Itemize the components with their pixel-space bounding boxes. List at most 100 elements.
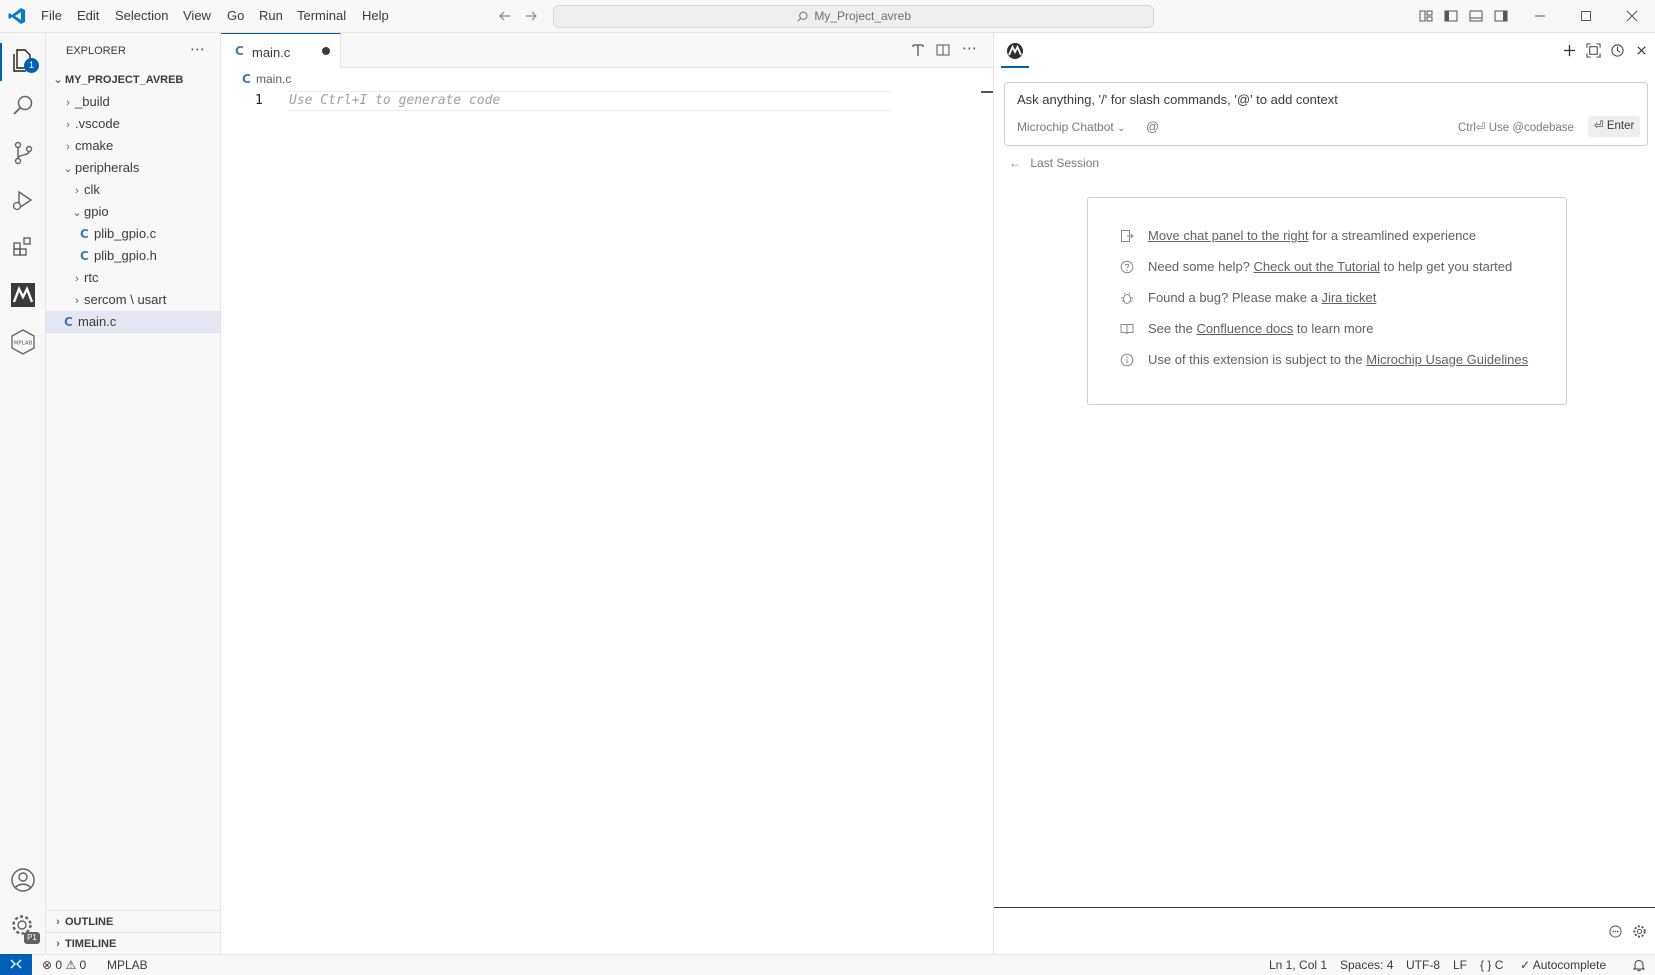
history-icon[interactable] bbox=[1610, 43, 1625, 58]
tree-item-clk[interactable]: › clk bbox=[46, 179, 220, 201]
tree-item-cmake[interactable]: › cmake bbox=[46, 135, 220, 157]
menu-selection[interactable]: Selection bbox=[115, 8, 168, 23]
c-file-icon: C bbox=[242, 72, 251, 86]
account-icon[interactable] bbox=[9, 866, 37, 894]
tree-item-peripherals[interactable]: ⌄ peripherals bbox=[46, 157, 220, 179]
tree-item-label: clk bbox=[84, 182, 100, 197]
braces-icon: { } bbox=[1480, 958, 1492, 972]
tab-label: main.c bbox=[252, 45, 291, 60]
autocomplete-status[interactable]: ✓ Autocomplete bbox=[1520, 958, 1606, 972]
back-arrow-icon[interactable] bbox=[497, 8, 513, 24]
last-session-label: Last Session bbox=[1030, 156, 1100, 170]
cursor-position[interactable]: Ln 1, Col 1 bbox=[1269, 958, 1327, 972]
new-chat-icon[interactable] bbox=[1562, 43, 1577, 58]
explorer-badge: 1 bbox=[24, 58, 39, 73]
svg-text:MPLAB: MPLAB bbox=[14, 341, 33, 347]
timeline-section[interactable]: › TIMELINE bbox=[46, 932, 220, 954]
line-number: 1 bbox=[255, 93, 263, 108]
fullscreen-icon[interactable] bbox=[1586, 43, 1601, 58]
chat-input-box[interactable]: Ask anything, '/' for slash commands, '@… bbox=[1004, 82, 1648, 146]
mplab-icon[interactable]: MPLAB bbox=[9, 328, 37, 356]
book-icon bbox=[1120, 322, 1134, 336]
customize-layout-icon[interactable] bbox=[1418, 8, 1434, 24]
chevron-down-icon: ⌄ bbox=[72, 207, 82, 219]
c-file-icon: C bbox=[64, 315, 73, 329]
tree-item-plib-gpio-h[interactable]: Cplib_gpio.h bbox=[46, 245, 220, 267]
vscode-logo-icon[interactable] bbox=[8, 7, 26, 25]
mplab-status[interactable]: MPLAB bbox=[107, 958, 148, 972]
at-mention-button[interactable]: @ bbox=[1146, 119, 1159, 134]
tutorial-link[interactable]: Check out the Tutorial bbox=[1254, 259, 1380, 274]
confluence-link[interactable]: Confluence docs bbox=[1196, 321, 1293, 336]
more-actions-icon[interactable]: ⋯ bbox=[190, 40, 205, 58]
menu-edit[interactable]: Edit bbox=[77, 8, 99, 23]
tree-item-label: _build bbox=[75, 94, 110, 109]
chat-panel: Ask anything, '/' for slash commands, '@… bbox=[993, 33, 1655, 954]
menu-view[interactable]: View bbox=[183, 8, 211, 23]
split-editor-icon[interactable] bbox=[935, 42, 951, 58]
command-center-search[interactable]: My_Project_avreb bbox=[553, 5, 1154, 28]
indentation-status[interactable]: Spaces: 4 bbox=[1340, 958, 1393, 972]
warning-icon: ⚠ bbox=[65, 958, 77, 972]
menu-terminal[interactable]: Terminal bbox=[297, 8, 346, 23]
toggle-primary-sidebar-icon[interactable] bbox=[1443, 8, 1459, 24]
unsaved-dot-icon[interactable] bbox=[322, 47, 330, 55]
tree-item-build[interactable]: › _build bbox=[46, 91, 220, 113]
menu-run[interactable]: Run bbox=[259, 8, 283, 23]
move-panel-link[interactable]: Move chat panel to the right bbox=[1148, 228, 1308, 243]
editor-more-icon[interactable]: ⋯ bbox=[962, 39, 977, 57]
maximize-icon[interactable] bbox=[1578, 8, 1594, 24]
tree-item-plib-gpio-c[interactable]: Cplib_gpio.c bbox=[46, 223, 220, 245]
notifications-bell-icon[interactable] bbox=[1632, 958, 1646, 972]
tree-item-main-c[interactable]: Cmain.c bbox=[46, 311, 220, 333]
tab-main-c[interactable]: C main.c bbox=[221, 33, 341, 68]
menu-go[interactable]: Go bbox=[227, 8, 244, 23]
model-selector[interactable]: Microchip Chatbot ⌄ bbox=[1017, 120, 1125, 134]
breadcrumb[interactable]: Cmain.c bbox=[242, 72, 291, 86]
jira-link[interactable]: Jira ticket bbox=[1321, 290, 1376, 305]
eol-status[interactable]: LF bbox=[1453, 958, 1467, 972]
forward-arrow-icon[interactable] bbox=[523, 8, 539, 24]
microchip-chat-tab-icon[interactable] bbox=[1006, 42, 1024, 60]
last-session-link[interactable]: ← Last Session bbox=[1009, 156, 1099, 170]
info-icon bbox=[1120, 353, 1134, 367]
close-chat-icon[interactable] bbox=[1634, 43, 1649, 58]
language-mode[interactable]: { } C bbox=[1480, 958, 1503, 972]
usage-guidelines-link[interactable]: Microchip Usage Guidelines bbox=[1366, 352, 1528, 367]
chat-settings-gear-icon[interactable] bbox=[1632, 924, 1647, 939]
minimize-icon[interactable] bbox=[1532, 8, 1548, 24]
tree-item-gpio[interactable]: ⌄ gpio bbox=[46, 201, 220, 223]
tree-item-label: plib_gpio.c bbox=[94, 226, 157, 241]
tree-item-sercom-usart[interactable]: › sercom \ usart bbox=[46, 289, 220, 311]
remote-indicator[interactable] bbox=[0, 954, 32, 975]
microchip-logo-icon[interactable] bbox=[9, 281, 37, 309]
chat-input-placeholder[interactable]: Ask anything, '/' for slash commands, '@… bbox=[1017, 92, 1338, 107]
title-bar: File Edit Selection View Go Run Terminal… bbox=[0, 0, 1655, 33]
extensions-icon[interactable] bbox=[9, 233, 37, 261]
tree-item-rtc[interactable]: › rtc bbox=[46, 267, 220, 289]
tree-item-vscode[interactable]: › .vscode bbox=[46, 113, 220, 135]
chevron-right-icon: › bbox=[66, 141, 70, 153]
tree-item-label: rtc bbox=[84, 270, 99, 285]
breadcrumb-label: main.c bbox=[256, 72, 292, 86]
menu-file[interactable]: File bbox=[41, 8, 62, 23]
toggle-panel-icon[interactable] bbox=[1468, 8, 1484, 24]
search-icon[interactable] bbox=[9, 92, 37, 120]
outline-section[interactable]: › OUTLINE bbox=[46, 910, 220, 932]
toggle-secondary-sidebar-icon[interactable] bbox=[1493, 8, 1509, 24]
enter-button[interactable]: ⏎ Enter bbox=[1588, 116, 1641, 137]
menu-help[interactable]: Help bbox=[362, 8, 389, 23]
code-placeholder[interactable]: Use Ctrl+I to generate code bbox=[289, 93, 500, 108]
text-format-icon[interactable] bbox=[910, 42, 926, 58]
c-file-icon: C bbox=[235, 44, 244, 58]
problems-indicator[interactable]: ⊗ 0 ⚠ 0 bbox=[42, 958, 86, 972]
run-debug-icon[interactable] bbox=[9, 186, 37, 214]
source-control-icon[interactable] bbox=[9, 139, 37, 167]
tree-item-label: .vscode bbox=[75, 116, 120, 131]
encoding-status[interactable]: UTF-8 bbox=[1406, 958, 1440, 972]
project-root[interactable]: ⌄ MY_PROJECT_AVREB bbox=[46, 69, 220, 91]
search-icon bbox=[796, 10, 809, 23]
chevron-right-icon: › bbox=[56, 938, 60, 950]
close-window-icon[interactable] bbox=[1624, 8, 1640, 24]
feedback-icon[interactable] bbox=[1608, 924, 1623, 939]
